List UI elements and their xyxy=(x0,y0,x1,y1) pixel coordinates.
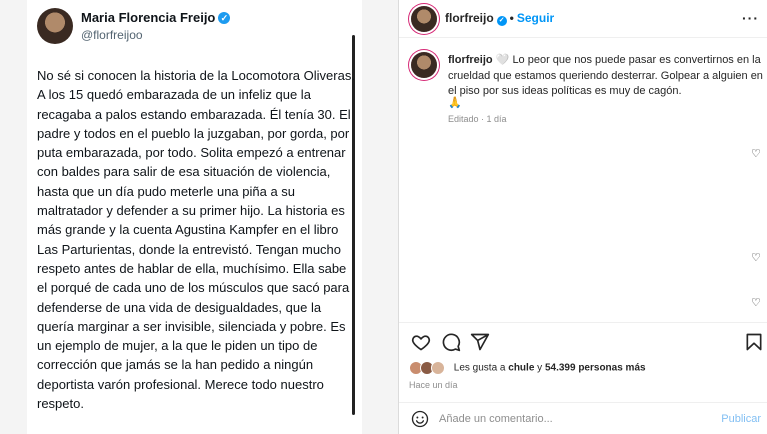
caption-text: 🤍 Lo peor que nos puede pasar es convert… xyxy=(448,54,763,97)
verified-badge-icon: ✓ xyxy=(218,12,231,24)
header-username[interactable]: florfreijo xyxy=(445,11,494,25)
tweet-image-panel: Maria Florencia Freijo ✓ @florfreijoo No … xyxy=(0,0,398,434)
comment-bar: Publicar xyxy=(399,402,767,434)
likes-mid: y xyxy=(534,362,545,374)
comment-like-heart-icon[interactable]: ♡ xyxy=(751,147,761,160)
tweet-handle: @florfreijoo xyxy=(81,28,143,42)
caption-emoji: 🙏 xyxy=(448,97,462,109)
post-caption: florfreijo 🤍 Lo peor que nos puede pasar… xyxy=(448,53,764,100)
tweet-author-name-text: Maria Florencia Freijo xyxy=(81,10,216,25)
save-bookmark-icon[interactable] xyxy=(744,332,764,352)
follow-button[interactable]: Seguir xyxy=(517,11,554,25)
instagram-post-pane: florfreijo ✓ • Seguir ··· florfreijo 🤍 Lo p… xyxy=(399,0,767,434)
tweet-author-name: Maria Florencia Freijo ✓ xyxy=(81,10,231,25)
comment-like-heart-icon[interactable]: ♡ xyxy=(751,296,761,309)
likers-avatars[interactable] xyxy=(409,361,451,375)
header-separator: • xyxy=(509,11,514,25)
likes-count[interactable]: 54.399 personas más xyxy=(545,363,646,374)
share-icon[interactable] xyxy=(470,332,490,352)
caption-meta: Editado · 1 día xyxy=(448,114,507,124)
emoji-icon[interactable] xyxy=(411,410,429,428)
header-avatar[interactable] xyxy=(411,6,437,32)
like-heart-icon[interactable] xyxy=(411,332,431,352)
tweet-card: Maria Florencia Freijo ✓ @florfreijoo No … xyxy=(27,0,362,434)
header-user: florfreijo ✓ • Seguir xyxy=(445,11,554,26)
verified-badge-icon: ✓ xyxy=(496,16,507,26)
caption-avatar[interactable] xyxy=(411,52,437,78)
screenshot-root: Maria Florencia Freijo ✓ @florfreijoo No … xyxy=(0,0,767,434)
comment-like-heart-icon[interactable]: ♡ xyxy=(751,251,761,264)
post-actions-bar xyxy=(399,322,767,362)
post-timestamp[interactable]: Hace un día xyxy=(409,380,458,390)
likes-summary: Les gusta a chule y 54.399 personas más xyxy=(409,361,646,377)
caption-username[interactable]: florfreijo xyxy=(448,54,493,66)
tweet-avatar xyxy=(37,8,73,44)
likes-user[interactable]: chule xyxy=(508,363,534,374)
more-options-icon[interactable]: ··· xyxy=(742,10,759,26)
tweet-text: No sé si conocen la historia de la Locom… xyxy=(37,68,355,412)
comment-input[interactable] xyxy=(439,411,699,427)
comment-icon[interactable] xyxy=(441,332,461,352)
post-header: florfreijo ✓ • Seguir ··· xyxy=(399,0,767,38)
publish-button[interactable]: Publicar xyxy=(721,413,761,425)
likes-prefix: Les gusta a xyxy=(453,362,509,374)
